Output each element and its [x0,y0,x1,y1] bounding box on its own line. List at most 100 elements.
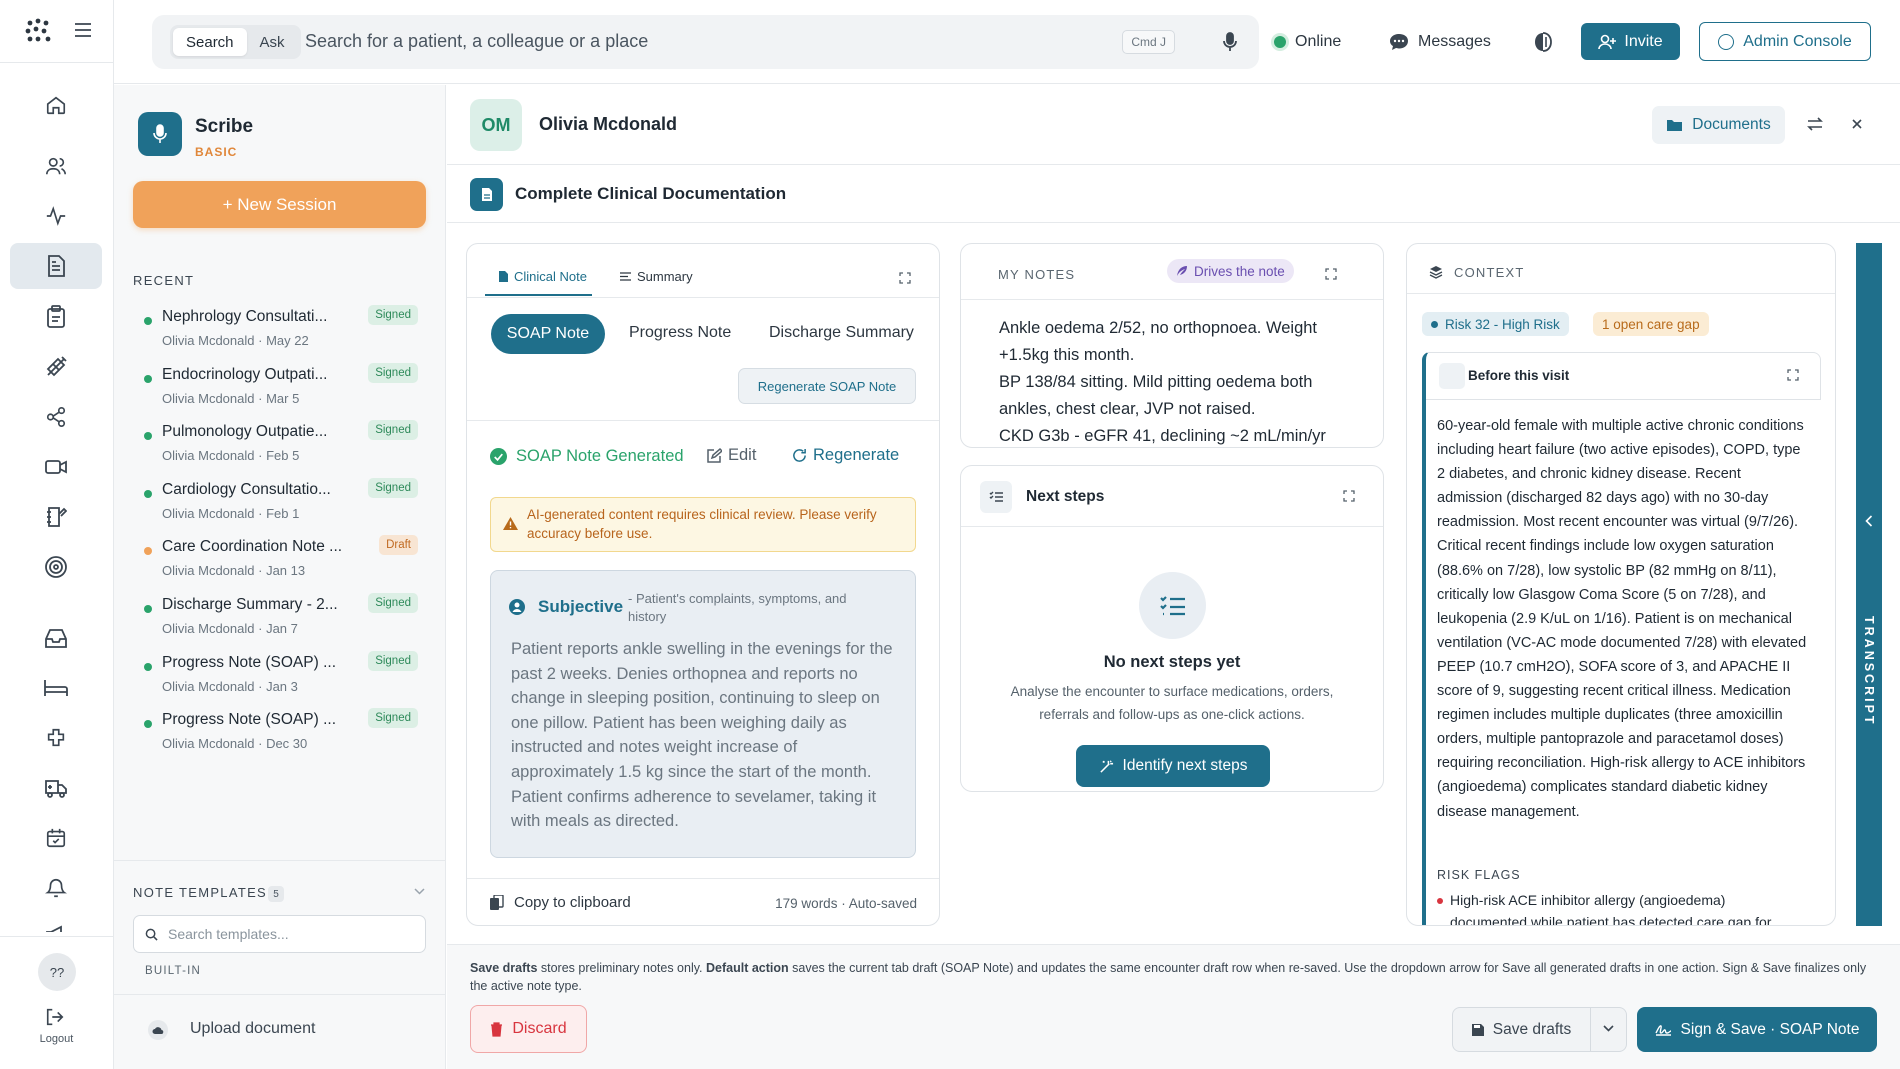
copy-clipboard-button[interactable]: Copy to clipboard [490,894,631,911]
expand-icon[interactable] [1325,268,1339,282]
transcript-drawer-tab[interactable]: TRANSCRIPT [1856,243,1882,926]
session-title: Discharge Summary - 2... [162,596,338,613]
search-mode-toggle[interactable]: Search Ask [170,25,301,59]
admin-console-button[interactable]: Admin Console [1699,22,1871,61]
recent-session-item[interactable]: Cardiology Consultatio... Olivia Mcdonald… [144,477,428,537]
section-hint: - Patient's complaints, symptoms, and hi… [628,591,847,624]
online-status[interactable]: Online [1274,26,1341,58]
subjective-section[interactable]: Subjective - Patient's complaints, sympt… [490,570,916,858]
note-type-soap[interactable]: SOAP Note [491,314,605,354]
home-icon[interactable] [10,82,102,128]
global-search[interactable]: Search Ask Search for a patient, a colle… [152,15,1259,69]
section-body[interactable]: Patient reports ankle swelling in the ev… [511,637,903,834]
recent-session-item[interactable]: Discharge Summary - 2... Olivia Mcdonald … [144,593,428,652]
help-avatar[interactable]: ?? [38,953,76,991]
edit-label: Edit [728,446,757,464]
bed-icon[interactable] [10,665,102,711]
template-search-input[interactable]: Search templates... [133,915,426,953]
ambulance-icon[interactable] [10,765,102,811]
session-meta: Olivia Mcdonald · Feb 5 [162,448,300,464]
session-date: Mar 5 [266,390,300,406]
tab-summary[interactable]: Summary [620,269,693,284]
recent-session-item[interactable]: Progress Note (SOAP) ... Olivia Mcdonald … [144,650,428,710]
discard-button[interactable]: Discard [470,1005,587,1053]
doc-title: Complete Clinical Documentation [515,184,787,203]
status-dot-icon [144,605,152,613]
bell-icon[interactable] [10,865,102,911]
save-options-chevron-icon[interactable] [1603,1025,1614,1033]
add-user-icon [1598,34,1617,49]
tab-clinical-note[interactable]: Clinical Note [499,269,587,284]
transcript-label: TRANSCRIPT [1862,616,1876,727]
context-card: CONTEXT Risk 32 - High Risk 1 open care … [1406,243,1836,926]
target-icon[interactable] [10,544,102,590]
inbox-icon[interactable] [10,615,102,661]
recent-session-item[interactable]: Nephrology Consultati... Olivia Mcdonald … [144,305,428,364]
edit-button[interactable]: Edit [706,446,756,465]
messages-button[interactable]: Messages [1389,26,1491,58]
regenerate-soap-button[interactable]: Regenerate SOAP Note [738,368,916,404]
puzzle-icon[interactable] [10,715,102,761]
save-drafts-button[interactable]: Save drafts [1453,1008,1590,1051]
search-input[interactable]: Search for a patient, a colleague or a p… [305,31,648,52]
patients-icon[interactable] [10,143,102,189]
video-icon[interactable] [10,444,102,490]
patient-name[interactable]: Olivia Mcdonald [539,114,677,135]
folder-icon [1667,120,1683,131]
upload-document-button[interactable]: Upload document [190,1020,315,1038]
activity-icon[interactable] [10,193,102,239]
session-title: Cardiology Consultatio... [162,480,331,498]
builtin-label: BUILT-IN [145,965,202,977]
chevron-down-icon[interactable] [414,888,425,896]
recent-session-item[interactable]: Endocrinology Outpati... Olivia Mcdonald … [144,362,428,422]
note-type-discharge[interactable]: Discharge Summary [769,324,914,342]
documents-label: Documents [1692,116,1771,133]
identify-next-steps-button[interactable]: Identify next steps [1076,745,1270,787]
menu-icon[interactable] [74,22,92,38]
recent-session-item[interactable]: Care Coordination Note ... Olivia Mcdonal… [144,535,428,594]
search-icon [145,928,158,941]
refresh-icon [793,448,806,462]
sign-save-label: Sign & Save · SOAP Note [1680,1020,1860,1038]
megaphone-icon[interactable] [44,924,68,932]
close-icon[interactable] [1852,119,1862,129]
scribe-notes-icon[interactable] [10,243,102,289]
expand-icon[interactable] [1343,490,1357,504]
app-logo-icon[interactable] [24,17,52,45]
status-badge: Signed [368,650,418,671]
risk-badge[interactable]: Risk 32 - High Risk [1422,312,1569,336]
logout-icon[interactable] [44,1007,66,1027]
sign-save-button[interactable]: Sign & Save · SOAP Note [1637,1007,1877,1052]
status-badge: Signed [368,305,418,325]
before-visit-icon [1439,363,1465,389]
clipboard-icon[interactable] [10,294,102,340]
care-gap-badge[interactable]: 1 open care gap [1593,312,1709,336]
regenerate-button[interactable]: Regenerate [792,446,899,465]
forms-icon[interactable] [10,494,102,540]
search-mode-search[interactable]: Search [173,28,247,56]
syringe-icon[interactable] [10,344,102,390]
expand-icon[interactable] [899,272,913,286]
theme-toggle-icon[interactable] [1534,26,1552,58]
risk-flag-item: High-risk ACE inhibitor allergy (angioed… [1450,892,1772,926]
documents-button[interactable]: Documents [1652,106,1785,144]
recent-session-item[interactable]: Pulmonology Outpatie... Olivia Mcdonald ·… [144,420,428,479]
note-type-progress[interactable]: Progress Note [629,324,731,342]
share-icon[interactable] [10,394,102,440]
my-notes-text[interactable]: Ankle oedema 2/52, no orthopnoea. Weight… [999,315,1369,447]
plan-badge: BASIC [195,145,238,159]
logout-label[interactable]: Logout [0,1033,113,1045]
microphone-icon[interactable] [1223,32,1237,52]
new-session-button[interactable]: + New Session [133,181,426,228]
expand-icon[interactable] [1787,369,1801,383]
search-mode-ask[interactable]: Ask [247,28,298,56]
next-steps-card: Next steps No next steps yet Analyse the… [960,465,1384,792]
copy-label: Copy to clipboard [514,894,631,911]
session-meta: Olivia Mcdonald · Jan 7 [162,621,298,636]
copy-icon [490,895,504,910]
recent-session-item[interactable]: Progress Note (SOAP) ... Olivia Mcdonald … [144,708,428,767]
invite-button[interactable]: Invite [1581,23,1680,60]
swap-icon[interactable] [1807,117,1823,131]
calendar-icon[interactable] [10,815,102,861]
invite-label: Invite [1624,32,1663,50]
